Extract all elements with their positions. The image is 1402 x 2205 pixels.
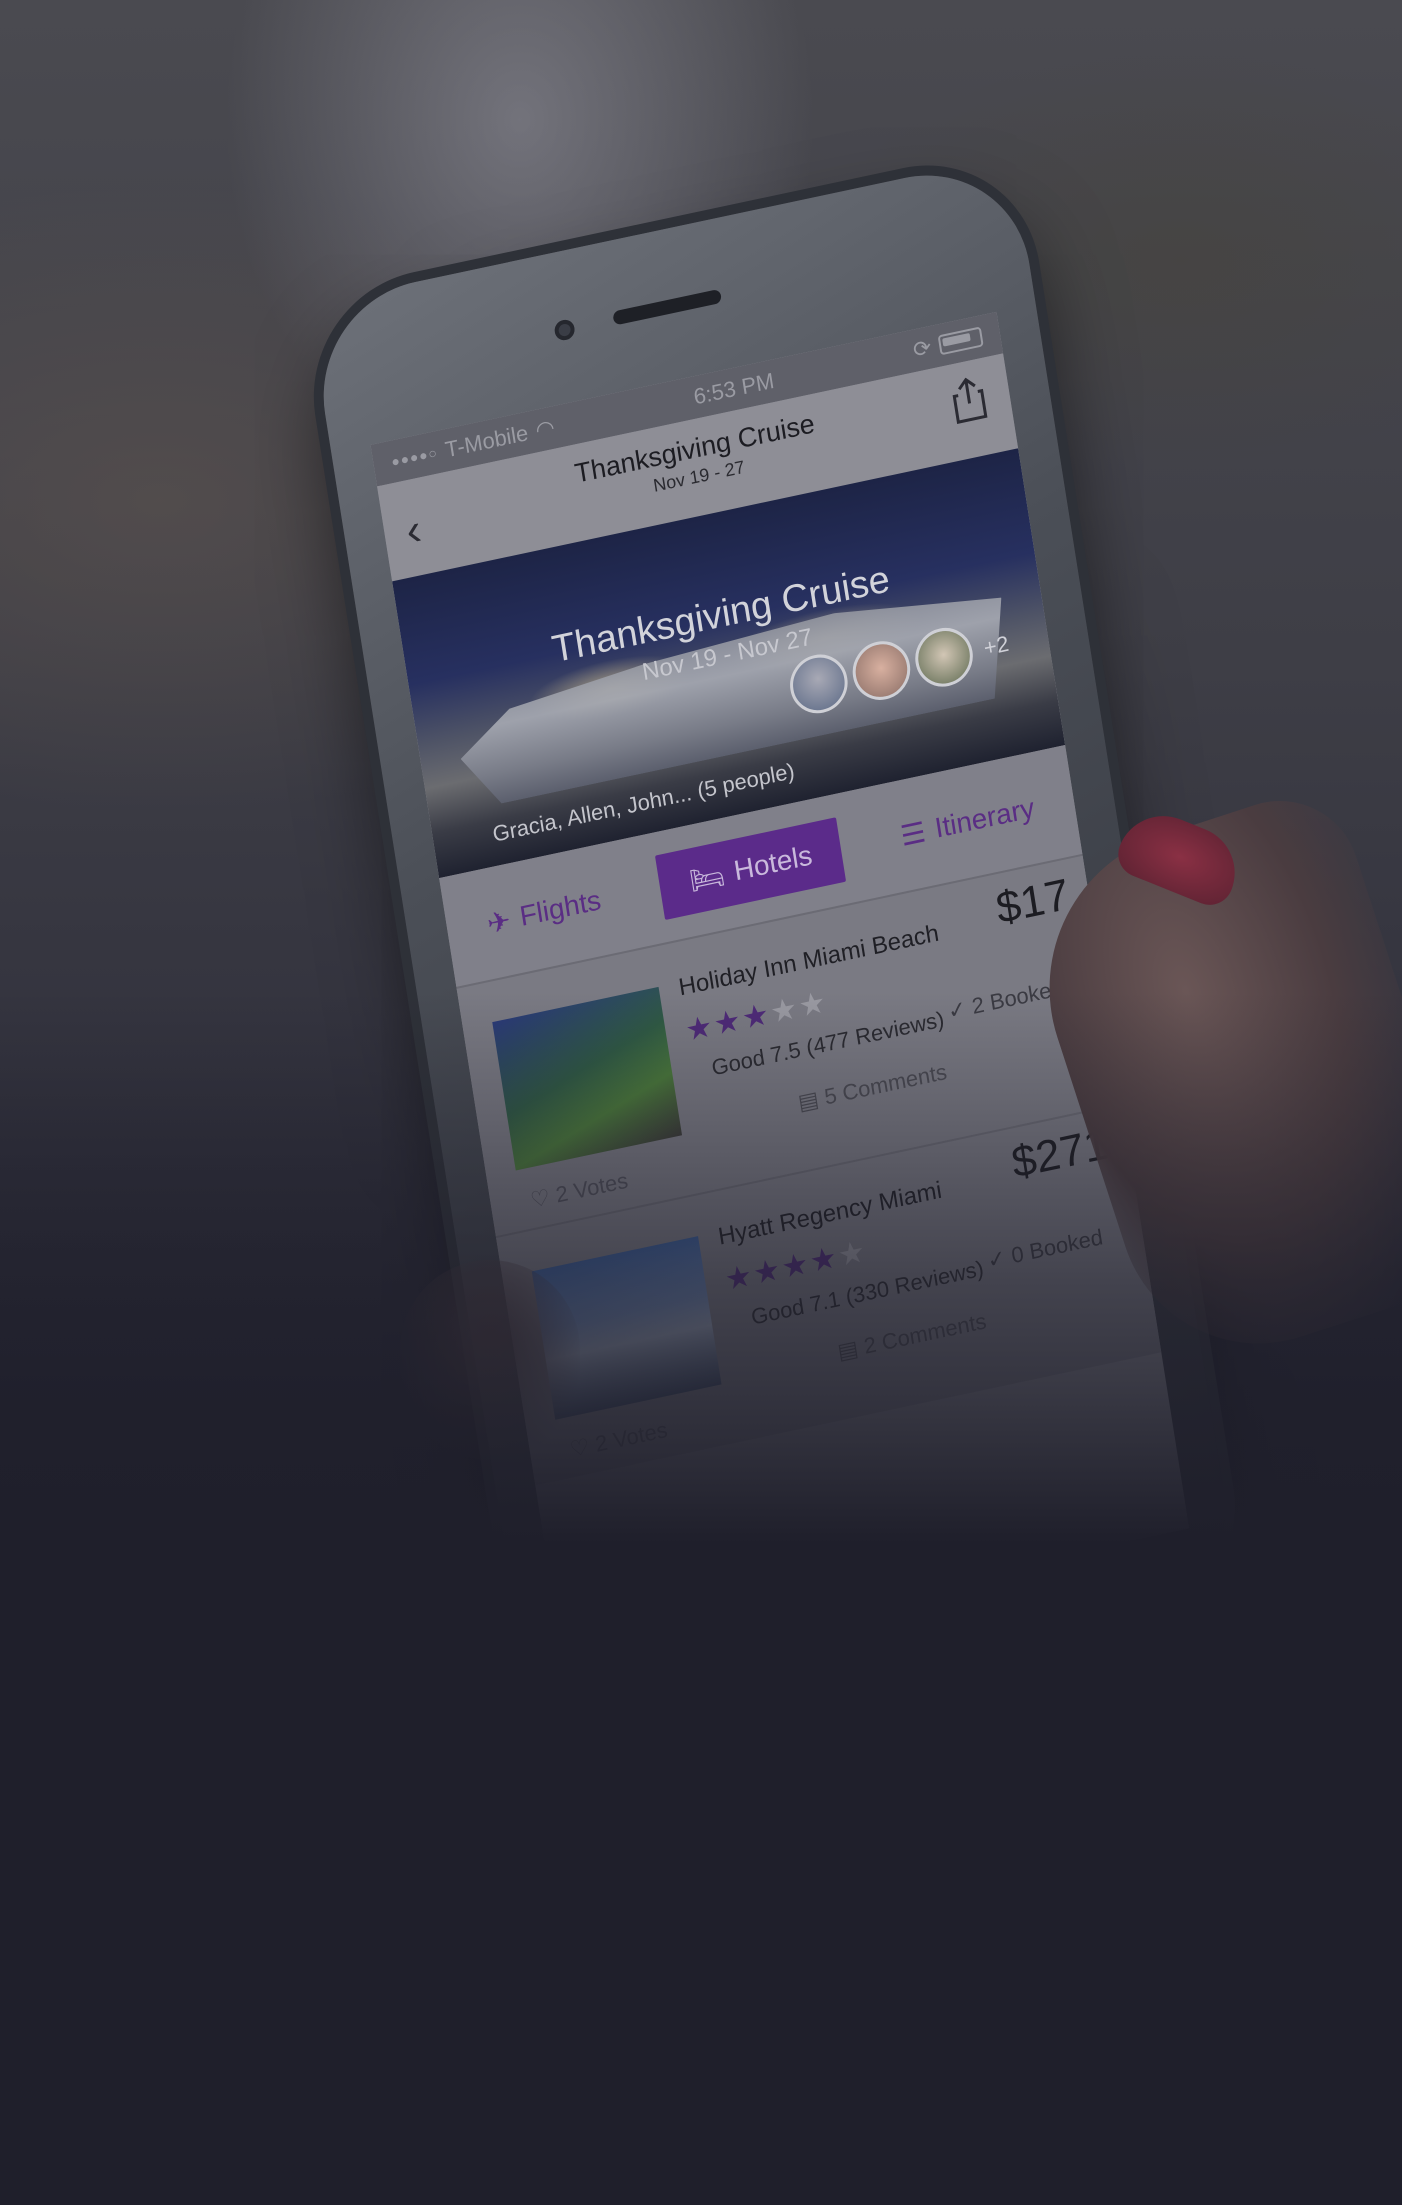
check-icon: ✓ xyxy=(985,1244,1008,1274)
avatar-more-count: +2 xyxy=(982,630,1011,661)
avatar xyxy=(785,649,852,719)
tab-itinerary[interactable]: ☰ Itinerary xyxy=(898,792,1036,853)
votes-label: 2 Votes xyxy=(593,1416,670,1457)
hand-thumb xyxy=(400,1260,580,1460)
comments-label: 2 Comments xyxy=(862,1308,989,1359)
avatar xyxy=(911,622,977,693)
comments-label: 5 Comments xyxy=(822,1058,949,1110)
comments-button[interactable]: ▤ 2 Comments xyxy=(836,1308,988,1365)
heart-icon: ♡ xyxy=(568,1433,592,1463)
share-button[interactable] xyxy=(949,374,989,425)
star-icon: ★ xyxy=(835,1234,870,1274)
battery-icon xyxy=(937,326,984,356)
check-icon: ✓ xyxy=(946,995,969,1025)
signal-dots-icon: ●●●●○ xyxy=(390,444,439,470)
speaker-grille xyxy=(612,288,723,326)
booked-label: 0 Booked xyxy=(1009,1224,1105,1269)
tab-hotels[interactable]: 🛏 Hotels xyxy=(655,816,847,920)
bed-icon: 🛏 xyxy=(687,858,727,897)
hotel-price: $17 xyxy=(992,869,1073,934)
tab-label: Itinerary xyxy=(932,792,1037,844)
wifi-icon: ◠ xyxy=(533,414,557,444)
comment-icon: ▤ xyxy=(835,1335,861,1365)
votes-label: 2 Votes xyxy=(553,1167,630,1208)
list-icon: ☰ xyxy=(898,815,928,852)
comments-button[interactable]: ▤ 5 Comments xyxy=(796,1059,948,1116)
booked-status[interactable]: ✓ 2 Booked xyxy=(946,975,1065,1025)
votes-button[interactable]: ♡ 2 Votes xyxy=(529,1168,630,1214)
avatar xyxy=(848,635,915,706)
front-camera-icon xyxy=(553,318,576,342)
votes-button[interactable]: ♡ 2 Votes xyxy=(568,1417,669,1463)
tab-label: Hotels xyxy=(731,839,815,887)
heart-icon: ♡ xyxy=(528,1184,552,1213)
tab-label: Flights xyxy=(517,884,604,932)
comment-icon: ▤ xyxy=(796,1086,821,1116)
star-icon: ★ xyxy=(796,985,830,1024)
rotation-lock-icon: ⟳ xyxy=(911,334,934,363)
tab-flights[interactable]: ✈ Flights xyxy=(485,884,604,941)
share-icon xyxy=(952,377,988,424)
booked-status[interactable]: ✓ 0 Booked xyxy=(986,1224,1105,1274)
hotel-photo xyxy=(492,986,683,1171)
plane-icon: ✈ xyxy=(484,903,513,940)
